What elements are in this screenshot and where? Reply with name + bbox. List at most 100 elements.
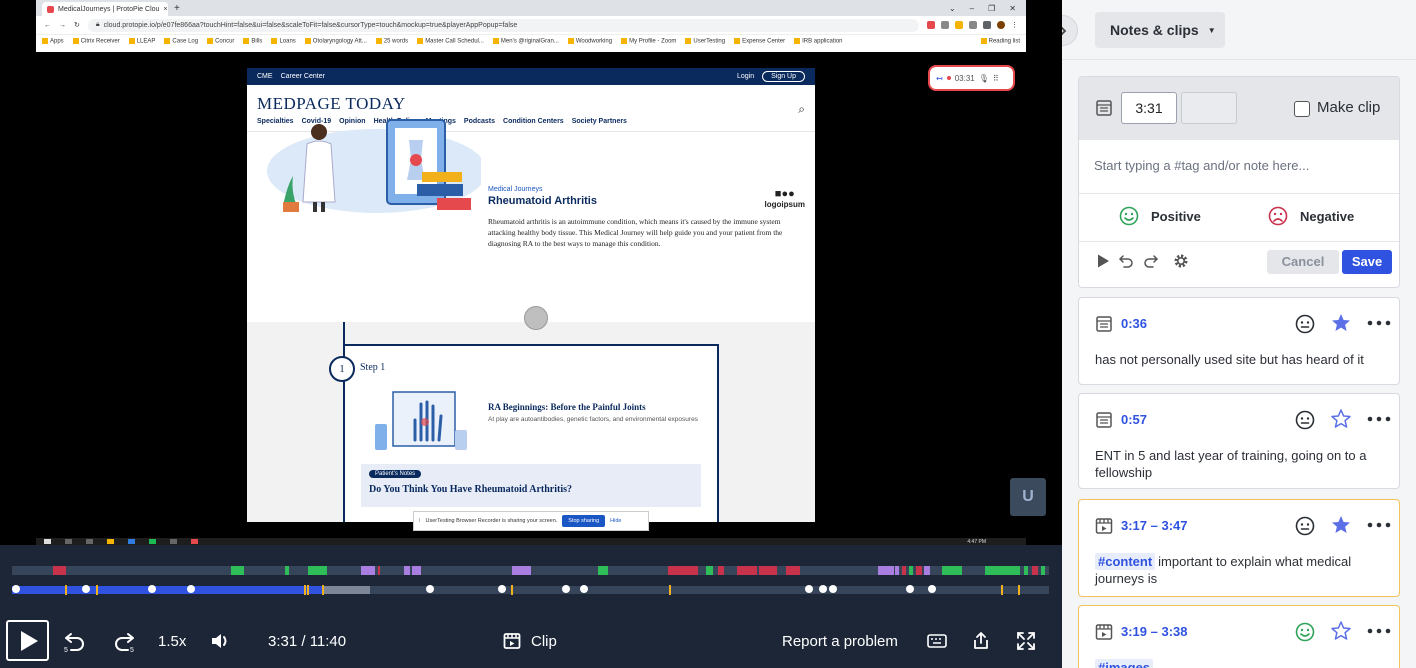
play-button[interactable] — [6, 620, 49, 661]
clip-marker[interactable] — [304, 585, 306, 595]
more-options-icon[interactable] — [1366, 622, 1392, 640]
timeline-segment[interactable] — [909, 566, 913, 575]
positive-button[interactable]: Positive — [1119, 206, 1201, 226]
clip-marker[interactable] — [307, 585, 309, 595]
note-marker[interactable] — [906, 585, 914, 593]
sentiment-timeline[interactable] — [12, 566, 1049, 575]
timeline-segment[interactable] — [53, 566, 66, 575]
note-marker[interactable] — [562, 585, 570, 593]
timeline-segment[interactable] — [512, 566, 531, 575]
negative-button[interactable]: Negative — [1268, 206, 1354, 226]
neutral-face-icon[interactable] — [1295, 314, 1315, 334]
timeline-segment[interactable] — [878, 566, 894, 575]
note-marker[interactable] — [187, 585, 195, 593]
note-marker[interactable] — [805, 585, 813, 593]
save-button[interactable]: Save — [1342, 250, 1392, 274]
note-timestamp-link[interactable]: 3:17 – 3:47 — [1121, 518, 1188, 533]
timeline-segment[interactable] — [895, 566, 899, 575]
note-marker[interactable] — [82, 585, 90, 593]
timeline-segment[interactable] — [308, 566, 327, 575]
note-timestamp-link[interactable]: 0:57 — [1121, 412, 1147, 427]
note-marker[interactable] — [426, 585, 434, 593]
star-filled-icon[interactable] — [1330, 514, 1352, 536]
timeline-segment[interactable] — [668, 566, 682, 575]
note-tag[interactable]: #content — [1095, 553, 1156, 570]
fullscreen-button[interactable] — [1015, 619, 1037, 663]
progress-scrubber[interactable] — [12, 585, 1049, 595]
timeline-segment[interactable] — [737, 566, 757, 575]
settings-gear-icon[interactable] — [1173, 253, 1189, 269]
volume-button[interactable] — [209, 619, 231, 663]
make-clip-checkbox[interactable] — [1294, 101, 1310, 117]
clip-card[interactable]: 3:19 – 3:38 #images — [1078, 605, 1400, 668]
timeline-segment[interactable] — [378, 566, 380, 575]
timeline-segment[interactable] — [285, 566, 289, 575]
clip-marker[interactable] — [322, 585, 324, 595]
timeline-segment[interactable] — [985, 566, 1020, 575]
playback-speed-button[interactable]: 1.5x — [158, 619, 186, 663]
star-filled-icon[interactable] — [1330, 312, 1352, 334]
note-timestamp-link[interactable]: 0:36 — [1121, 316, 1147, 331]
timeline-segment[interactable] — [759, 566, 777, 575]
make-clip-label[interactable]: Make clip — [1317, 99, 1380, 116]
note-tag[interactable]: #images — [1095, 659, 1154, 668]
note-marker[interactable] — [829, 585, 837, 593]
note-marker[interactable] — [580, 585, 588, 593]
note-marker[interactable] — [498, 585, 506, 593]
cancel-button[interactable]: Cancel — [1267, 250, 1339, 274]
clip-marker[interactable] — [511, 585, 513, 595]
timeline-segment[interactable] — [942, 566, 962, 575]
share-button[interactable] — [971, 619, 991, 663]
rewind-icon[interactable] — [1118, 253, 1134, 269]
more-options-icon[interactable] — [1366, 314, 1392, 332]
clip-marker[interactable] — [1018, 585, 1020, 595]
timeline-segment[interactable] — [706, 566, 713, 575]
collapse-panel-button[interactable] — [1062, 15, 1078, 46]
clip-button[interactable]: Clip — [503, 619, 557, 663]
timeline-segment[interactable] — [412, 566, 421, 575]
timeline-segment[interactable] — [598, 566, 608, 575]
timeline-segment[interactable] — [1041, 566, 1045, 575]
timeline-segment[interactable] — [1032, 566, 1038, 575]
neutral-face-icon[interactable] — [1295, 410, 1315, 430]
smile-icon[interactable] — [1295, 622, 1315, 642]
more-options-icon[interactable] — [1366, 410, 1392, 428]
note-marker[interactable] — [148, 585, 156, 593]
timeline-segment[interactable] — [1024, 566, 1028, 575]
play-clip-icon[interactable] — [1095, 253, 1111, 269]
start-time-input[interactable]: 3:31 — [1121, 92, 1177, 124]
video-viewport[interactable]: MedicalJourneys | ProtoPie Clou × + ⌄ – … — [0, 0, 1062, 545]
end-time-input[interactable] — [1181, 92, 1237, 124]
timeline-segment[interactable] — [916, 566, 922, 575]
timeline-segment[interactable] — [682, 566, 698, 575]
rewind-5-button[interactable]: 5 — [62, 619, 88, 663]
clip-marker[interactable] — [669, 585, 671, 595]
star-outline-icon[interactable] — [1330, 620, 1352, 642]
timeline-segment[interactable] — [902, 566, 906, 575]
timeline-segment[interactable] — [361, 566, 375, 575]
timeline-segment[interactable] — [718, 566, 724, 575]
timeline-segment[interactable] — [231, 566, 244, 575]
note-card[interactable]: 0:57 ENT in 5 and last year of training, … — [1078, 393, 1400, 489]
neutral-face-icon[interactable] — [1295, 516, 1315, 536]
star-outline-icon[interactable] — [1330, 408, 1352, 430]
timeline-segment[interactable] — [786, 566, 800, 575]
note-text-input[interactable]: Start typing a #tag and/or note here... — [1079, 140, 1399, 194]
forward-icon[interactable] — [1143, 253, 1159, 269]
more-options-icon[interactable] — [1366, 516, 1392, 534]
timeline-segment[interactable] — [924, 566, 930, 575]
clip-marker[interactable] — [65, 585, 67, 595]
note-marker[interactable] — [12, 585, 20, 593]
notes-clips-dropdown[interactable]: Notes & clips ▼ — [1095, 12, 1225, 48]
note-marker[interactable] — [819, 585, 827, 593]
report-problem-button[interactable]: Report a problem — [782, 619, 898, 663]
forward-5-button[interactable]: 5 — [111, 619, 137, 663]
timeline-segment[interactable] — [404, 566, 410, 575]
clip-marker[interactable] — [1001, 585, 1003, 595]
note-card[interactable]: 0:36 has not personally used site but has… — [1078, 297, 1400, 385]
clip-marker[interactable] — [96, 585, 98, 595]
note-marker[interactable] — [928, 585, 936, 593]
clip-card[interactable]: 3:17 – 3:47 #content important to explain … — [1078, 499, 1400, 597]
keyboard-shortcuts-button[interactable] — [927, 619, 947, 663]
note-timestamp-link[interactable]: 3:19 – 3:38 — [1121, 624, 1188, 639]
